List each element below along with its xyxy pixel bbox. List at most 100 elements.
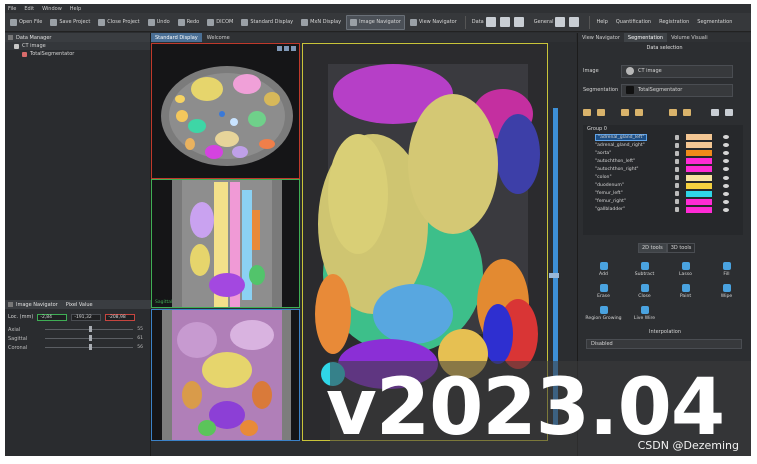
eye-icon[interactable] (723, 207, 729, 212)
save-preset-icon[interactable] (711, 108, 719, 116)
loc-z-input[interactable]: -208,98 (105, 313, 136, 321)
lock-icon[interactable] (675, 166, 679, 172)
view-navigator-button[interactable]: View Navigator (407, 15, 460, 30)
camera-icon[interactable] (569, 17, 580, 27)
tab-segmentation[interactable]: Segmentation (623, 33, 668, 42)
group-row[interactable]: Group 0 (583, 125, 743, 133)
segment-color-swatch[interactable] (686, 166, 712, 173)
redo-button[interactable]: Redo (175, 15, 203, 30)
load-preset-icon[interactable] (725, 108, 733, 116)
segment-color-swatch[interactable] (686, 142, 712, 149)
image-navigator-button[interactable]: Image Navigator (346, 14, 405, 30)
list-item[interactable]: "autochthon_left" (583, 157, 743, 165)
tree-item-totalsegmentator[interactable]: TotalSegmentator (5, 50, 150, 58)
lock-icon[interactable] (675, 183, 679, 189)
tab-2d-tools[interactable]: 2D tools (638, 243, 667, 253)
eye-icon[interactable] (723, 191, 729, 196)
image-icon[interactable] (513, 17, 524, 27)
add-tool-button[interactable]: Add (583, 259, 624, 277)
tab-standard-display[interactable]: Standard Display (151, 33, 202, 42)
panel-close-icon[interactable] (8, 35, 13, 40)
data-toolbar-group[interactable]: Data (469, 15, 529, 30)
panel-close-icon[interactable] (8, 302, 13, 307)
segment-color-swatch[interactable] (686, 206, 712, 213)
loc-x-input[interactable]: -2,84 (37, 313, 68, 321)
menu-help[interactable]: Help (70, 6, 81, 12)
slice-slider-handle[interactable] (549, 273, 559, 278)
segment-color-swatch[interactable] (686, 174, 712, 181)
lock-icon[interactable] (675, 175, 679, 181)
eye-icon[interactable] (555, 17, 566, 27)
remove-label-icon[interactable] (621, 108, 629, 116)
help-toolbar-group[interactable]: Help (593, 15, 610, 30)
eye-icon[interactable] (723, 183, 729, 188)
dicom-button[interactable]: DICOM (204, 15, 236, 30)
general-toolbar-group[interactable]: General (531, 15, 585, 30)
lock-icon[interactable] (675, 191, 679, 197)
close-project-button[interactable]: Close Project (95, 15, 142, 30)
list-item[interactable]: "femur_left" (583, 190, 743, 198)
table-icon[interactable] (485, 17, 496, 27)
sagittal-slider-handle[interactable] (89, 335, 92, 341)
eye-icon[interactable] (723, 175, 729, 180)
merge-labels-icon[interactable] (635, 108, 643, 116)
list-item[interactable]: "autochthon_right" (583, 165, 743, 173)
list-item[interactable]: "colon" (583, 173, 743, 181)
segment-color-swatch[interactable] (686, 198, 712, 205)
segment-color-swatch[interactable] (686, 158, 712, 165)
subtract-tool-button[interactable]: Subtract (624, 259, 665, 277)
fill-tool-button[interactable]: Fill (706, 259, 747, 277)
segmentation-selector[interactable]: TotalSegmentator (621, 83, 733, 97)
tab-3d-tools[interactable]: 3D tools (666, 243, 696, 253)
paint-tool-button[interactable]: Paint (665, 281, 706, 299)
axial-slider-handle[interactable] (89, 326, 92, 332)
list-item[interactable]: "adrenal_gland_right" (583, 141, 743, 149)
segment-color-swatch[interactable] (686, 182, 712, 189)
add-label-icon[interactable] (597, 108, 605, 116)
eye-icon[interactable] (723, 135, 729, 140)
list-item[interactable]: "duodenum" (583, 182, 743, 190)
tab-view-navigator[interactable]: View Navigator (578, 33, 624, 42)
eye-icon[interactable] (723, 199, 729, 204)
live-wire-tool-button[interactable]: Live Wire (624, 303, 665, 321)
zoom-icon[interactable] (499, 17, 510, 27)
loc-y-input[interactable]: -191,32 (71, 313, 102, 321)
segment-color-swatch[interactable] (686, 134, 712, 141)
lock-icon[interactable] (675, 142, 679, 148)
eye-icon[interactable] (723, 143, 729, 148)
label-lock-icon[interactable] (683, 108, 691, 116)
lock-icon[interactable] (675, 199, 679, 205)
eye-icon[interactable] (723, 151, 729, 156)
axial-view[interactable] (151, 43, 300, 179)
interpolation-select[interactable]: Disabled (586, 339, 742, 349)
tree-item-ct-image[interactable]: CT image (5, 42, 150, 50)
mxn-display-button[interactable]: MxN Display (298, 15, 344, 30)
erase-tool-button[interactable]: Erase (583, 281, 624, 299)
lock-icon[interactable] (675, 207, 679, 213)
view-close-icon[interactable] (291, 46, 296, 51)
image-selector[interactable]: CT image (621, 64, 733, 78)
list-item[interactable]: "adrenal_gland_left" (583, 133, 743, 141)
pixel-value-tab[interactable]: Pixel Value (66, 302, 93, 308)
menu-edit[interactable]: Edit (24, 6, 34, 12)
wipe-tool-button[interactable]: Wipe (706, 281, 747, 299)
lock-icon[interactable] (675, 134, 679, 140)
undo-button[interactable]: Undo (145, 15, 173, 30)
segment-color-swatch[interactable] (686, 150, 712, 157)
lasso-tool-button[interactable]: Lasso (665, 259, 706, 277)
coronal-view[interactable] (151, 309, 300, 441)
list-item[interactable]: "aorta" (583, 149, 743, 157)
close-tool-button[interactable]: Close (624, 281, 665, 299)
tab-volume-visualization[interactable]: Volume Visuali (667, 33, 712, 42)
lock-icon[interactable] (675, 150, 679, 156)
standard-display-button[interactable]: Standard Display (238, 15, 296, 30)
view-maximize-icon[interactable] (284, 46, 289, 51)
add-group-icon[interactable] (583, 108, 591, 116)
lock-icon[interactable] (675, 158, 679, 164)
segmentation-toolbar-group[interactable]: Segmentation (694, 15, 735, 30)
open-file-button[interactable]: Open File (7, 15, 45, 30)
eye-icon[interactable] (723, 159, 729, 164)
eye-icon[interactable] (723, 167, 729, 172)
menu-window[interactable]: Window (42, 6, 62, 12)
tab-welcome[interactable]: Welcome (203, 33, 234, 42)
